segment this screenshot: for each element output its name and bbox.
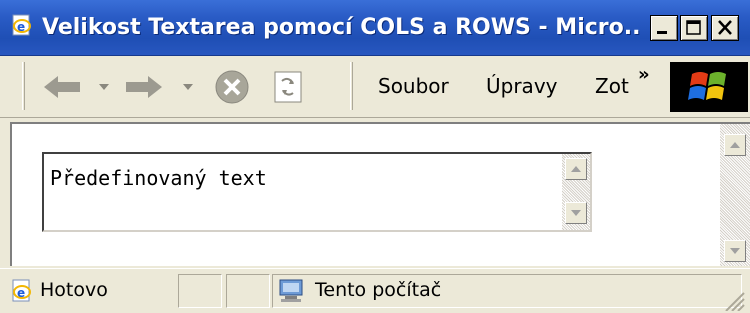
status-zone: Tento počítač (315, 279, 442, 301)
status-bar: e Hotovo Tento počítač (0, 268, 750, 313)
minimize-icon (657, 31, 667, 34)
close-icon (718, 20, 732, 35)
arrow-up-icon (571, 166, 581, 172)
window-title: Velikost Textarea pomocí COLS a ROWS - M… (42, 15, 642, 40)
status-cell-security (226, 274, 270, 308)
maximize-icon (686, 20, 701, 35)
back-dropdown-icon[interactable] (98, 82, 110, 92)
toolbar-grip[interactable] (22, 62, 25, 110)
textarea-scroll-down-button[interactable] (565, 202, 587, 224)
page-scrollbar[interactable] (720, 124, 750, 266)
title-bar[interactable]: e Velikost Textarea pomocí COLS a ROWS -… (0, 0, 750, 56)
minimize-button[interactable] (650, 15, 678, 41)
ie-page-icon: e (12, 14, 31, 36)
close-button[interactable] (711, 15, 739, 41)
windows-flag-icon (688, 72, 726, 100)
textarea-value[interactable]: Předefinovaný text (50, 166, 267, 190)
svg-text:e: e (17, 286, 25, 300)
status-cell-progress (178, 274, 222, 308)
textarea[interactable]: Předefinovaný text (42, 152, 592, 232)
forward-arrow-icon[interactable] (122, 72, 166, 102)
toolbar-overflow-chevron[interactable]: » (638, 64, 650, 85)
toolbar-separator (350, 62, 353, 110)
textarea-scrollbar[interactable] (562, 154, 590, 230)
textarea-scroll-up-button[interactable] (565, 158, 587, 180)
stop-icon[interactable] (212, 69, 252, 105)
computer-icon (279, 279, 303, 302)
page-scroll-up-button[interactable] (724, 134, 746, 156)
page-content: Předefinovaný text (10, 122, 750, 266)
svg-text:e: e (17, 20, 25, 34)
menu-soubor[interactable]: Soubor (378, 72, 449, 100)
arrow-down-icon (571, 210, 581, 216)
forward-dropdown-icon[interactable] (182, 82, 194, 92)
ie-page-icon: e (12, 279, 31, 302)
resize-grip-icon[interactable] (722, 289, 746, 311)
arrow-down-icon (730, 248, 740, 254)
windows-logo (670, 62, 748, 112)
maximize-button[interactable] (680, 15, 708, 41)
status-cell-zone: Tento počítač (272, 274, 742, 308)
menu-upravy[interactable]: Úpravy (486, 72, 557, 100)
status-text: Hotovo (40, 279, 108, 301)
arrow-up-icon (730, 142, 740, 148)
menu-zobrazit[interactable]: Zot (595, 72, 629, 100)
page-scroll-down-button[interactable] (724, 240, 746, 262)
toolbar: Soubor Úpravy Zot » (0, 56, 750, 118)
back-arrow-icon[interactable] (40, 72, 84, 102)
refresh-icon[interactable] (268, 69, 308, 105)
